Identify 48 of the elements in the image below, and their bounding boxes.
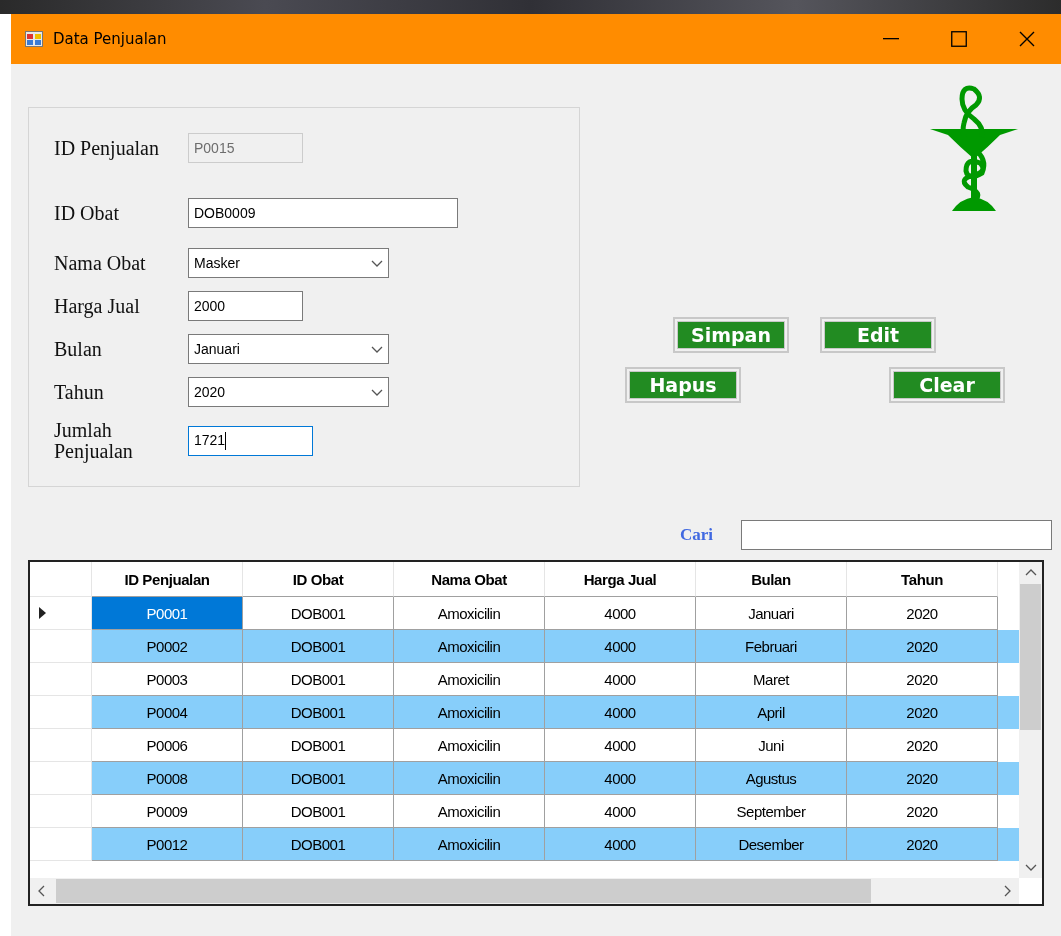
table-row[interactable]: P0008 DOB001 Amoxicilin 4000 Agustus 2020 <box>30 762 1019 795</box>
table-cell: P0012 <box>92 828 243 861</box>
scroll-right-icon <box>1004 885 1012 897</box>
window-title: Data Penjualan <box>53 30 168 48</box>
field-label: ID Obat <box>54 202 120 224</box>
table-row[interactable]: P0012 DOB001 Amoxicilin 4000 Desember 2020 <box>30 828 1019 861</box>
dropdown[interactable]: Januari <box>188 334 389 364</box>
dropdown-caret-icon <box>371 345 383 353</box>
field-label: Harga Jual <box>54 295 141 317</box>
table-row[interactable]: P0002 DOB001 Amoxicilin 4000 Februari 2020 <box>30 630 1019 663</box>
maximize-icon <box>951 31 967 47</box>
dropdown[interactable]: Masker <box>188 248 389 278</box>
table-cell: 4000 <box>545 828 696 861</box>
field-label: ID Penjualan <box>54 137 160 159</box>
scroll-left-icon <box>37 885 45 897</box>
action-button[interactable]: Hapus <box>625 367 741 403</box>
field-label: Jumlah Penjualan <box>54 420 134 462</box>
table-cell: Amoxicilin <box>394 828 545 861</box>
dropdown-caret-icon <box>371 259 383 267</box>
close-icon <box>1019 31 1035 47</box>
input-field[interactable]: DOB0009 <box>188 198 458 228</box>
action-button[interactable]: Clear <box>889 367 1005 403</box>
table-cell: 2020 <box>847 828 998 861</box>
field-label: Tahun <box>54 381 105 403</box>
minimize-icon <box>883 38 899 40</box>
scroll-up-icon <box>1024 569 1037 577</box>
field-label: Bulan <box>54 338 103 360</box>
app-icon <box>25 31 43 47</box>
header-corner[interactable] <box>30 562 92 597</box>
table-cell: Desember <box>696 828 847 861</box>
dropdown[interactable]: 2020 <box>188 377 389 407</box>
input-field[interactable]: 1721 <box>188 426 313 456</box>
table-row[interactable]: P0004 DOB001 Amoxicilin 4000 April 2020 <box>30 696 1019 729</box>
horizontal-scrollbar[interactable] <box>30 878 1019 904</box>
table-cell: P0001 <box>92 597 243 630</box>
action-button[interactable]: Simpan <box>673 317 789 353</box>
search-label: Cari <box>679 525 713 545</box>
dropdown-caret-icon <box>371 388 383 396</box>
snake-cup-icon <box>930 83 1018 213</box>
scrollbar-thumb[interactable] <box>1020 584 1041 730</box>
search-field[interactable] <box>741 520 1052 550</box>
input-field[interactable]: 2000 <box>188 291 303 321</box>
vertical-scrollbar[interactable] <box>1019 562 1042 878</box>
action-button[interactable]: Edit <box>820 317 936 353</box>
table-cell: DOB001 <box>243 828 394 861</box>
field-label: Nama Obat <box>54 252 147 274</box>
scrollbar-thumb[interactable] <box>56 879 871 903</box>
scroll-down-icon <box>1024 863 1037 871</box>
